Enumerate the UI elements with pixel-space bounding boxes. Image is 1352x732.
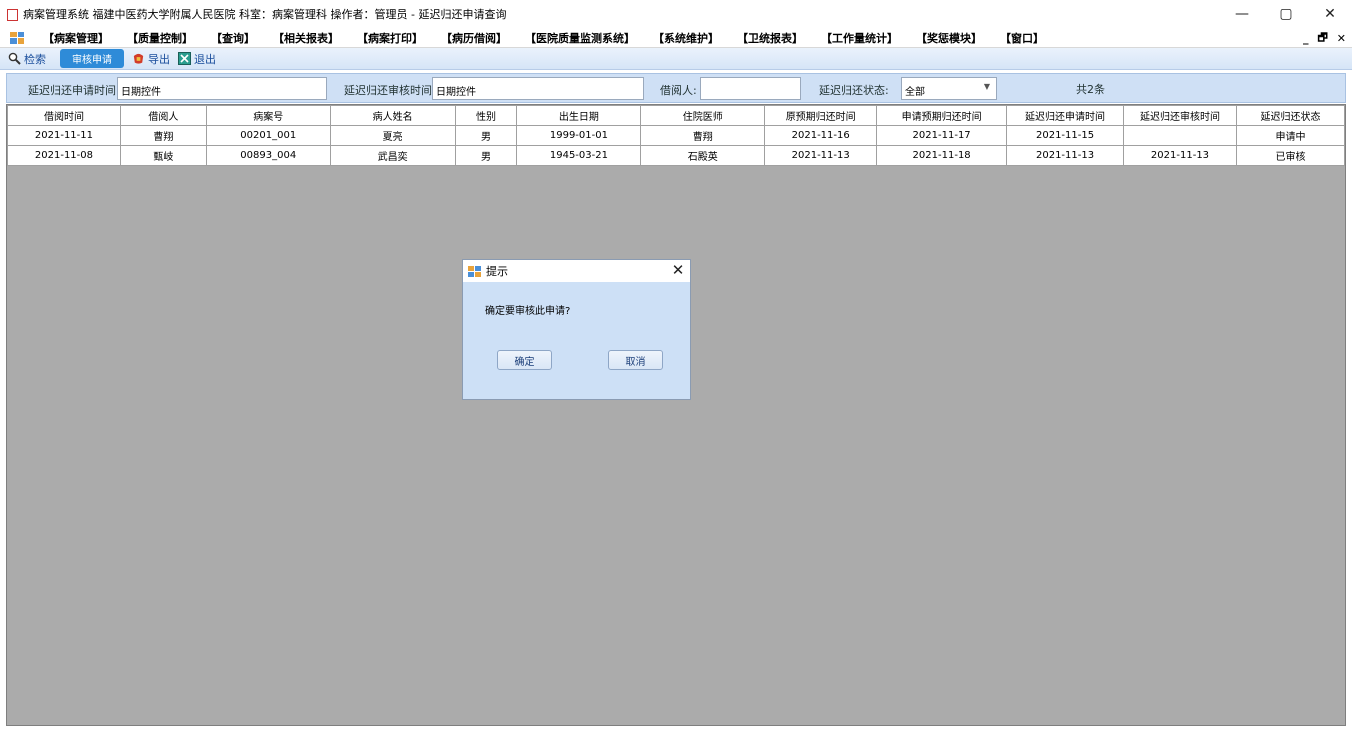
search-button-label: 检索 (24, 52, 46, 66)
table-cell[interactable]: 2021-11-17 (876, 125, 1008, 146)
borrower-label: 借阅人: (660, 84, 697, 97)
cancel-button[interactable]: 取消 (608, 350, 663, 370)
table-cell[interactable]: 男 (454, 125, 518, 146)
column-header[interactable]: 申请预期归还时间 (876, 105, 1008, 126)
confirm-button[interactable]: 确定 (497, 350, 552, 370)
table-cell[interactable]: 2021-11-16 (764, 125, 878, 146)
exit-icon (178, 52, 191, 65)
table-cell[interactable]: 2021-11-13 (1123, 145, 1237, 166)
menu-item-reports[interactable]: 【相关报表】 (264, 30, 348, 46)
column-header[interactable]: 出生日期 (516, 105, 642, 126)
menu-item-health-statistics[interactable]: 【卫统报表】 (728, 30, 812, 46)
menu-item-window[interactable]: 【窗口】 (991, 30, 1053, 46)
column-header[interactable]: 性别 (454, 105, 518, 126)
mdi-controls: _ 🗗 ✕ (1303, 28, 1346, 48)
table-cell[interactable]: 2021-11-13 (1006, 145, 1125, 166)
table-header-row: 借阅时间 借阅人 病案号 病人姓名 性别 出生日期 住院医师 原预期归还时间 申… (7, 105, 1346, 126)
table-cell[interactable]: 夏亮 (329, 125, 456, 146)
column-header[interactable]: 住院医师 (640, 105, 766, 126)
review-application-label: 审核申请 (72, 55, 112, 66)
table-cell[interactable]: 武昌奕 (329, 145, 456, 166)
table-cell[interactable]: 2021-11-13 (764, 145, 878, 166)
table-row[interactable]: 2021-11-11 曹翔 00201_001 夏亮 男 1999-01-01 … (7, 125, 1346, 146)
exit-button-label: 退出 (194, 52, 216, 66)
menu-item-system-maintenance[interactable]: 【系统维护】 (644, 30, 728, 46)
column-header[interactable]: 借阅人 (119, 105, 207, 126)
column-header[interactable]: 延迟归还申请时间 (1006, 105, 1125, 126)
status-select-value: 全部 (905, 87, 925, 98)
status-label: 延迟归还状态: (819, 84, 889, 97)
menu-bar: 【病案管理】 【质量控制】 【查询】 【相关报表】 【病案打印】 【病历借阅】 … (0, 28, 1352, 48)
toolbar: 检索 审核申请 导出 退出 (0, 48, 1352, 70)
export-button[interactable]: 导出 (132, 51, 170, 67)
window-title: 病案管理系统 福建中医药大学附属人民医院 科室：病案管理科 操作者：管理员 - … (23, 8, 507, 21)
menu-item-print[interactable]: 【病案打印】 (348, 30, 432, 46)
export-button-label: 导出 (148, 52, 170, 66)
window-controls: — ▢ ✕ (1220, 0, 1352, 28)
magnifier-icon (8, 52, 21, 65)
column-header[interactable]: 病案号 (205, 105, 331, 126)
review-application-button[interactable]: 审核申请 (60, 49, 124, 68)
menu-item-workload-statistics[interactable]: 【工作量统计】 (812, 30, 907, 46)
title-bar: 病案管理系统 福建中医药大学附属人民医院 科室：病案管理科 操作者：管理员 - … (0, 0, 1352, 28)
dialog-app-icon (468, 265, 481, 277)
table-cell[interactable]: 申请中 (1235, 125, 1346, 146)
table-cell[interactable]: 00893_004 (205, 145, 331, 166)
column-header[interactable]: 借阅时间 (7, 105, 121, 126)
app-icon (6, 8, 18, 21)
confirm-dialog: 提示 ✕ 确定要审核此申请? 确定 取消 (462, 259, 691, 400)
table-cell[interactable]: 2021-11-18 (876, 145, 1008, 166)
menu-item-reward-module[interactable]: 【奖惩模块】 (907, 30, 991, 46)
table-cell[interactable]: 2021-11-11 (7, 125, 121, 146)
table-cell[interactable]: 2021-11-08 (7, 145, 121, 166)
filter-panel: 延迟归还申请时间: 日期控件 延迟归还审核时间: 日期控件 借阅人: 延迟归还状… (6, 73, 1346, 103)
apply-time-date-picker[interactable]: 日期控件 (117, 77, 327, 100)
mdi-minimize-button[interactable]: _ (1303, 32, 1309, 45)
table-cell[interactable]: 石殿英 (640, 145, 766, 166)
table-cell[interactable]: 1945-03-21 (516, 145, 642, 166)
review-time-label: 延迟归还审核时间: (344, 84, 436, 97)
exit-button[interactable]: 退出 (178, 51, 216, 67)
dialog-message: 确定要审核此申请? (485, 306, 571, 317)
chevron-down-icon: ▼ (983, 82, 990, 91)
table-cell[interactable]: 2021-11-15 (1006, 125, 1125, 146)
data-grid-area: 借阅时间 借阅人 病案号 病人姓名 性别 出生日期 住院医师 原预期归还时间 申… (6, 104, 1346, 726)
menu-item-query[interactable]: 【查询】 (202, 30, 264, 46)
search-button[interactable]: 检索 (8, 51, 46, 67)
menu-item-borrow[interactable]: 【病历借阅】 (432, 30, 516, 46)
menu-item-quality-monitoring[interactable]: 【医院质量监测系统】 (516, 30, 644, 46)
review-time-date-picker[interactable]: 日期控件 (432, 77, 644, 100)
record-count: 共2条 (1076, 83, 1105, 96)
dialog-title-bar[interactable]: 提示 ✕ (463, 260, 690, 282)
mdi-close-button[interactable]: ✕ (1337, 32, 1346, 45)
data-grid: 借阅时间 借阅人 病案号 病人姓名 性别 出生日期 住院医师 原预期归还时间 申… (7, 105, 1346, 166)
status-select[interactable]: 全部 ▼ (901, 77, 997, 100)
column-header[interactable]: 病人姓名 (329, 105, 456, 126)
menu-item-record-management[interactable]: 【病案管理】 (34, 30, 118, 46)
borrower-input[interactable] (700, 77, 801, 100)
column-header[interactable]: 原预期归还时间 (764, 105, 878, 126)
table-cell[interactable]: 甄岐 (119, 145, 207, 166)
table-cell[interactable] (1123, 125, 1237, 146)
minimize-button[interactable]: — (1220, 0, 1264, 28)
table-cell[interactable]: 曹翔 (640, 125, 766, 146)
column-header[interactable]: 延迟归还审核时间 (1123, 105, 1237, 126)
table-cell[interactable]: 男 (454, 145, 518, 166)
maximize-button[interactable]: ▢ (1264, 0, 1308, 28)
menu-app-icon[interactable] (10, 31, 24, 44)
table-cell[interactable]: 已审核 (1235, 145, 1346, 166)
dialog-title: 提示 (486, 265, 508, 278)
column-header[interactable]: 延迟归还状态 (1235, 105, 1346, 126)
table-cell[interactable]: 1999-01-01 (516, 125, 642, 146)
menu-item-quality-control[interactable]: 【质量控制】 (118, 30, 202, 46)
apply-time-label: 延迟归还申请时间: (28, 84, 120, 97)
export-icon (132, 52, 145, 65)
dialog-close-button[interactable]: ✕ (670, 261, 686, 279)
table-cell[interactable]: 00201_001 (205, 125, 331, 146)
table-cell[interactable]: 曹翔 (119, 125, 207, 146)
mdi-restore-button[interactable]: 🗗 (1317, 29, 1327, 48)
table-row[interactable]: 2021-11-08 甄岐 00893_004 武昌奕 男 1945-03-21… (7, 145, 1346, 166)
close-button[interactable]: ✕ (1308, 0, 1352, 28)
